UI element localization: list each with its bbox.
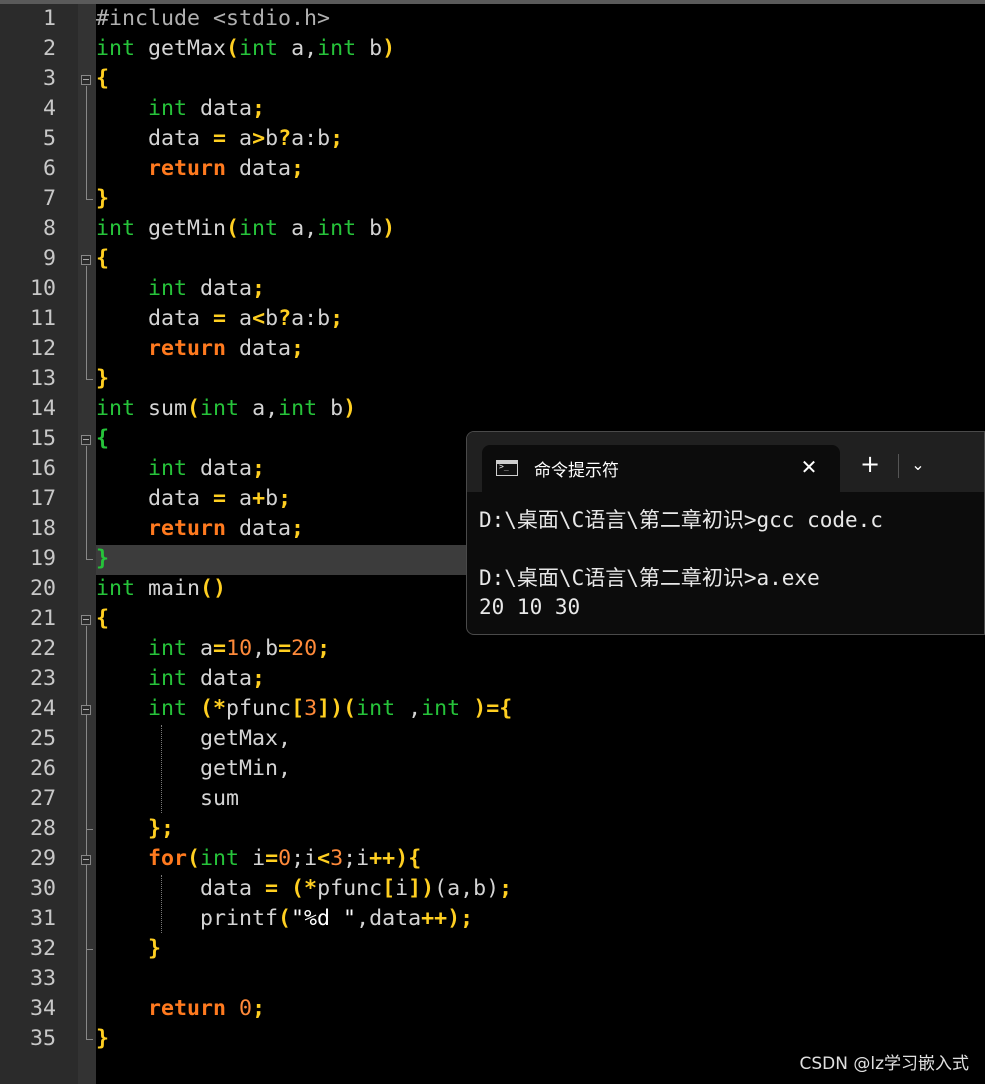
line-number: 6 [42, 156, 56, 181]
code-line-6: return data; [148, 156, 305, 181]
line-number: 11 [29, 306, 56, 331]
terminal-window[interactable]: 命令提示符 ✕ + ⌄ D:\桌面\C语言\第二章初识>gcc code.c D… [466, 431, 985, 635]
code-line-27: sum [200, 786, 240, 811]
code-line-26: getMin, [200, 756, 292, 781]
terminal-tab-bar: 命令提示符 ✕ + ⌄ [467, 432, 984, 492]
fold-end-marker [86, 939, 93, 950]
line-number: 27 [29, 786, 56, 811]
fold-line [86, 86, 87, 189]
fold-toggle-icon[interactable] [81, 75, 91, 85]
line-number: 33 [29, 966, 56, 991]
watermark: CSDN @lz学习嵌入式 [799, 1054, 969, 1074]
line-number: 21 [29, 606, 56, 631]
line-number: 25 [29, 726, 56, 751]
code-line-30: data = (*pfunc[i])(a,b); [200, 876, 513, 901]
code-line-1: #include <stdio.h> [96, 6, 331, 31]
line-number: 19 [29, 546, 56, 571]
line-number: 12 [29, 336, 56, 361]
chevron-down-icon[interactable]: ⌄ [908, 452, 928, 478]
line-number: 1 [42, 6, 56, 31]
code-line-14: int sum(int a,int b) [96, 396, 357, 421]
code-line-7: } [96, 186, 110, 211]
fold-end-marker [86, 819, 93, 830]
code-line-15: { [96, 426, 110, 451]
code-line-24: int (*pfunc[3])(int ,int )={ [148, 696, 513, 721]
code-line-10: int data; [148, 276, 266, 301]
code-line-5: data = a>b?a:b; [148, 126, 344, 151]
code-line-22: int a=10,b=20; [148, 636, 331, 661]
terminal-line: 20 10 30 [479, 595, 581, 619]
line-number: 16 [29, 456, 56, 481]
tab-separator [898, 454, 899, 478]
line-number: 2 [42, 36, 56, 61]
line-number: 18 [29, 516, 56, 541]
line-number: 5 [42, 126, 56, 151]
line-number: 23 [29, 666, 56, 691]
code-line-28: }; [148, 816, 175, 841]
fold-line [86, 266, 87, 369]
terminal-line: D:\桌面\C语言\第二章初识>a.exe [479, 566, 820, 590]
fold-margin [78, 4, 96, 1084]
fold-toggle-icon[interactable] [81, 255, 91, 265]
code-line-3: { [96, 66, 110, 91]
line-number: 14 [29, 396, 56, 421]
line-number: 7 [42, 186, 56, 211]
line-number: 8 [42, 216, 56, 241]
code-line-8: int getMin(int a,int b) [96, 216, 396, 241]
code-line-13: } [96, 366, 110, 391]
code-line-32: } [148, 936, 162, 961]
code-line-12: return data; [148, 336, 305, 361]
close-tab-icon[interactable]: ✕ [798, 453, 820, 481]
code-line-2: int getMax(int a,int b) [96, 36, 396, 61]
line-number: 29 [29, 846, 56, 871]
line-number: 24 [29, 696, 56, 721]
command-prompt-icon [496, 460, 518, 476]
line-number: 10 [29, 276, 56, 301]
line-number: 30 [29, 876, 56, 901]
fold-toggle-icon[interactable] [81, 705, 91, 715]
code-line-19: } [96, 546, 110, 571]
fold-toggle-icon[interactable] [81, 615, 91, 625]
code-line-31: printf("%d ",data++); [200, 906, 474, 931]
code-line-17: data = a+b; [148, 486, 292, 511]
fold-line [86, 446, 87, 549]
code-line-25: getMax, [200, 726, 292, 751]
fold-end-marker [86, 1029, 93, 1040]
line-number: 28 [29, 816, 56, 841]
line-number: 35 [29, 1026, 56, 1051]
line-number: 9 [42, 246, 56, 271]
code-line-4: int data; [148, 96, 266, 121]
line-number: 31 [29, 906, 56, 931]
code-line-20: int main() [96, 576, 227, 601]
fold-toggle-icon[interactable] [81, 855, 91, 865]
line-number: 17 [29, 486, 56, 511]
code-line-35: } [96, 1026, 110, 1051]
fold-toggle-icon[interactable] [81, 435, 91, 445]
fold-end-marker [86, 549, 93, 560]
line-number: 4 [42, 96, 56, 121]
fold-end-marker [86, 189, 93, 200]
code-line-23: int data; [148, 666, 266, 691]
line-number: 34 [29, 996, 56, 1021]
code-line-34: return 0; [148, 996, 266, 1021]
terminal-tab[interactable]: 命令提示符 ✕ [482, 445, 840, 492]
tab-title: 命令提示符 [534, 461, 619, 481]
fold-end-marker [86, 369, 93, 380]
code-line-18: return data; [148, 516, 305, 541]
line-number: 13 [29, 366, 56, 391]
line-number: 20 [29, 576, 56, 601]
line-number: 15 [29, 426, 56, 451]
line-number: 3 [42, 66, 56, 91]
code-line-21: { [96, 606, 110, 631]
code-line-9: { [96, 246, 110, 271]
line-number: 22 [29, 636, 56, 661]
terminal-line: D:\桌面\C语言\第二章初识>gcc code.c [479, 508, 883, 532]
line-number: 26 [29, 756, 56, 781]
line-number: 32 [29, 936, 56, 961]
code-line-16: int data; [148, 456, 266, 481]
code-line-29: for(int i=0;i<3;i++){ [148, 846, 422, 871]
code-line-11: data = a<b?a:b; [148, 306, 344, 331]
new-tab-icon[interactable]: + [860, 451, 880, 477]
